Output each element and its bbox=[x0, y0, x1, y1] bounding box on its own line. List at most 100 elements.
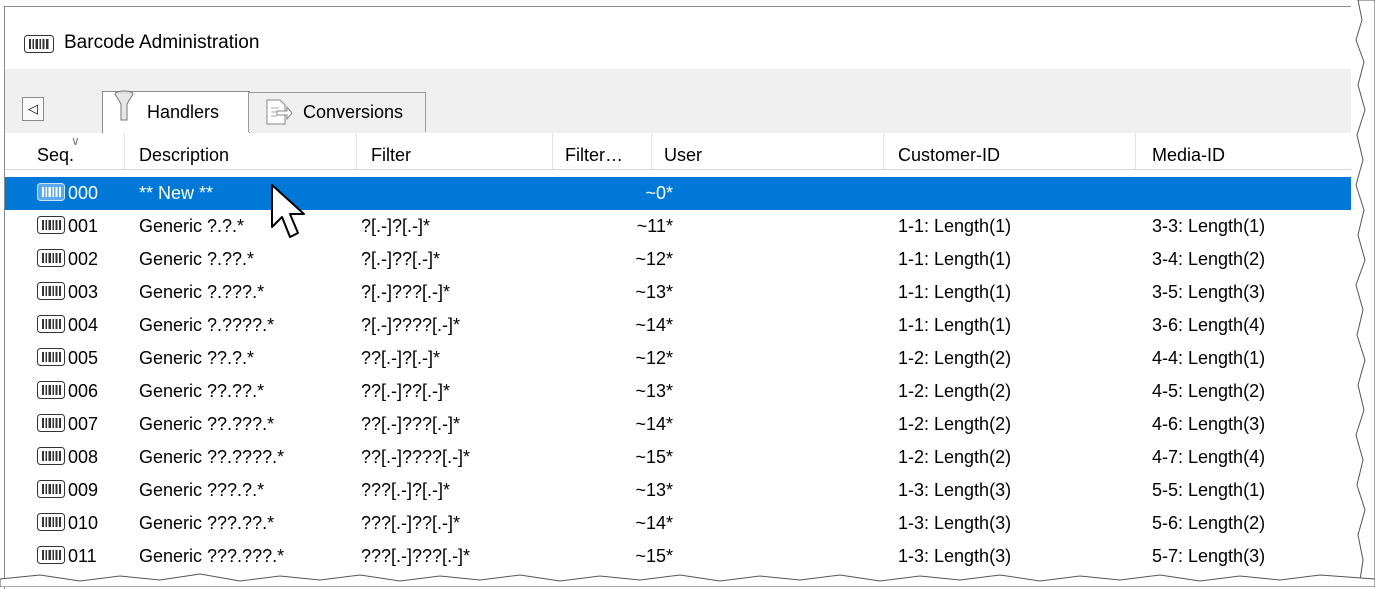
cell-filter-length: ~14 bbox=[635, 315, 666, 335]
cell-user: * bbox=[666, 513, 674, 533]
grid-header: ∨ Seq. Description Filter Filter… User C… bbox=[5, 133, 1351, 170]
cell-customer-id: 1-3: Length(3) bbox=[898, 546, 1012, 566]
barcode-icon bbox=[37, 282, 65, 300]
table-row[interactable]: 002 Generic ?.??.* ?[.-]??[.-]* ~12 * 1-1: Le… bbox=[5, 243, 1351, 276]
cell-media-id: 3-4: Length(2) bbox=[1152, 249, 1266, 269]
grid-rows: 000 ** New ** ~0 * 001 Generic ?.?.* ?[.-]?[.-… bbox=[5, 177, 1351, 573]
cell-user: * bbox=[666, 348, 674, 368]
triangle-left-icon: ◁ bbox=[28, 101, 38, 116]
cell-customer-id: 1-1: Length(1) bbox=[898, 249, 1012, 269]
cell-seq: 007 bbox=[68, 414, 99, 434]
funnel-icon bbox=[113, 90, 135, 127]
cell-customer-id: 1-1: Length(1) bbox=[898, 282, 1012, 302]
cell-filter-length: ~14 bbox=[635, 513, 666, 533]
table-row[interactable]: 005 Generic ??.?.* ??[.-]?[.-]* ~12 * 1-2: Le… bbox=[5, 342, 1351, 375]
tab-conversions[interactable]: Conversions bbox=[248, 92, 426, 132]
barcode-icon bbox=[37, 546, 65, 564]
torn-edge-right bbox=[1355, 0, 1375, 587]
cell-user: * bbox=[666, 414, 674, 434]
cell-media-id: 3-3: Length(1) bbox=[1152, 216, 1266, 236]
column-header-filter-length[interactable]: Filter… bbox=[553, 133, 652, 169]
cell-seq: 009 bbox=[68, 480, 99, 500]
cell-description: Generic ?.??.* bbox=[139, 249, 255, 269]
barcode-administration-window: Barcode Administration ◁ Handlers Conver… bbox=[4, 6, 1351, 589]
barcode-icon bbox=[37, 183, 65, 201]
cell-seq: 002 bbox=[68, 249, 99, 269]
column-header-filter[interactable]: Filter bbox=[357, 133, 553, 169]
cell-description: Generic ???.???.* bbox=[139, 546, 285, 566]
cell-customer-id: 1-2: Length(2) bbox=[898, 381, 1012, 401]
cell-filter: ?[.-]???[.-]* bbox=[361, 282, 451, 302]
column-header-media-id[interactable]: Media-ID bbox=[1136, 133, 1351, 169]
tab-strip: ◁ Handlers Conversions bbox=[5, 69, 1351, 134]
cell-description: Generic ???.?.* bbox=[139, 480, 265, 500]
column-header-seq[interactable]: ∨ Seq. bbox=[5, 133, 125, 169]
table-row[interactable]: 000 ** New ** ~0 * bbox=[5, 177, 1351, 210]
cell-media-id: 4-4: Length(1) bbox=[1152, 348, 1266, 368]
column-header-customer-id[interactable]: Customer-ID bbox=[884, 133, 1136, 169]
cell-filter-length: ~13 bbox=[635, 282, 666, 302]
table-row[interactable]: 009 Generic ???.?.* ???[.-]?[.-]* ~13 * 1-3: … bbox=[5, 474, 1351, 507]
cell-seq: 001 bbox=[68, 216, 99, 236]
cell-description: Generic ??.??.* bbox=[139, 381, 265, 401]
cell-description: Generic ?.???.* bbox=[139, 282, 265, 302]
cell-user: * bbox=[666, 315, 674, 335]
cell-seq: 006 bbox=[68, 381, 99, 401]
table-row[interactable]: 011 Generic ???.???.* ???[.-]???[.-]* ~15 * 1… bbox=[5, 540, 1351, 573]
cell-seq: 004 bbox=[68, 315, 99, 335]
cell-customer-id: 1-2: Length(2) bbox=[898, 348, 1012, 368]
tab-handlers[interactable]: Handlers bbox=[102, 90, 250, 133]
cell-filter-length: ~12 bbox=[635, 348, 666, 368]
table-row[interactable]: 010 Generic ???.??.* ???[.-]??[.-]* ~14 * 1-3… bbox=[5, 507, 1351, 540]
cell-filter: ?[.-]?[.-]* bbox=[361, 216, 431, 236]
cell-filter-length: ~15 bbox=[635, 546, 666, 566]
cell-user: * bbox=[666, 216, 674, 236]
cell-filter: ???[.-]??[.-]* bbox=[361, 513, 461, 533]
window-title: Barcode Administration bbox=[64, 32, 260, 53]
column-header-user[interactable]: User bbox=[652, 133, 884, 169]
cell-filter-length: ~15 bbox=[635, 447, 666, 467]
cell-seq: 005 bbox=[68, 348, 99, 368]
cell-media-id: 5-7: Length(3) bbox=[1152, 546, 1266, 566]
cell-description: Generic ??.?.* bbox=[139, 348, 255, 368]
barcode-icon bbox=[37, 348, 65, 366]
column-header-description[interactable]: Description bbox=[125, 133, 357, 169]
cell-description: Generic ?.????.* bbox=[139, 315, 275, 335]
torn-edge-bottom bbox=[0, 573, 1375, 587]
cell-seq: 010 bbox=[68, 513, 99, 533]
cell-media-id: 4-6: Length(3) bbox=[1152, 414, 1266, 434]
cell-filter-length: ~13 bbox=[635, 381, 666, 401]
cell-filter: ???[.-]???[.-]* bbox=[361, 546, 471, 566]
table-row[interactable]: 006 Generic ??.??.* ??[.-]??[.-]* ~13 * 1-2: … bbox=[5, 375, 1351, 408]
handlers-grid[interactable]: ∨ Seq. Description Filter Filter… User C… bbox=[5, 133, 1351, 589]
cell-seq: 011 bbox=[68, 546, 97, 566]
tab-scroll-left-button[interactable]: ◁ bbox=[22, 97, 44, 121]
cell-filter-length: ~13 bbox=[635, 480, 666, 500]
cell-filter-length: ~11 bbox=[636, 216, 666, 236]
table-row[interactable]: 004 Generic ?.????.* ?[.-]????[.-]* ~14 * 1-1… bbox=[5, 309, 1351, 342]
barcode-icon bbox=[37, 447, 65, 465]
table-row[interactable]: 008 Generic ??.????.* ??[.-]????[.-]* ~15 * 1… bbox=[5, 441, 1351, 474]
barcode-icon bbox=[37, 381, 65, 399]
cell-description: Generic ?.?.* bbox=[139, 216, 245, 236]
cell-user: * bbox=[666, 183, 674, 203]
cell-filter: ?[.-]??[.-]* bbox=[361, 249, 441, 269]
cell-filter: ?[.-]????[.-]* bbox=[361, 315, 461, 335]
sort-chevron-icon: ∨ bbox=[71, 134, 80, 148]
cell-media-id: 5-5: Length(1) bbox=[1152, 480, 1266, 500]
cell-filter: ??[.-]???[.-]* bbox=[361, 414, 461, 434]
cell-description: Generic ??.????.* bbox=[139, 447, 285, 467]
cell-filter-length: ~0 bbox=[645, 183, 666, 203]
barcode-icon bbox=[37, 315, 65, 333]
table-row[interactable]: 001 Generic ?.?.* ?[.-]?[.-]* ~11 * 1-1: Leng… bbox=[5, 210, 1351, 243]
cell-description: Generic ???.??.* bbox=[139, 513, 275, 533]
cell-media-id: 3-5: Length(3) bbox=[1152, 282, 1266, 302]
table-row[interactable]: 003 Generic ?.???.* ?[.-]???[.-]* ~13 * 1-1: … bbox=[5, 276, 1351, 309]
tab-label: Handlers bbox=[147, 102, 220, 122]
cell-customer-id: 1-2: Length(2) bbox=[898, 414, 1012, 434]
table-row[interactable]: 007 Generic ??.???.* ??[.-]???[.-]* ~14 * 1-2… bbox=[5, 408, 1351, 441]
cell-seq: 003 bbox=[68, 282, 99, 302]
cell-media-id: 3-6: Length(4) bbox=[1152, 315, 1266, 335]
cell-media-id: 5-6: Length(2) bbox=[1152, 513, 1266, 533]
cell-description: ** New ** bbox=[139, 183, 214, 203]
